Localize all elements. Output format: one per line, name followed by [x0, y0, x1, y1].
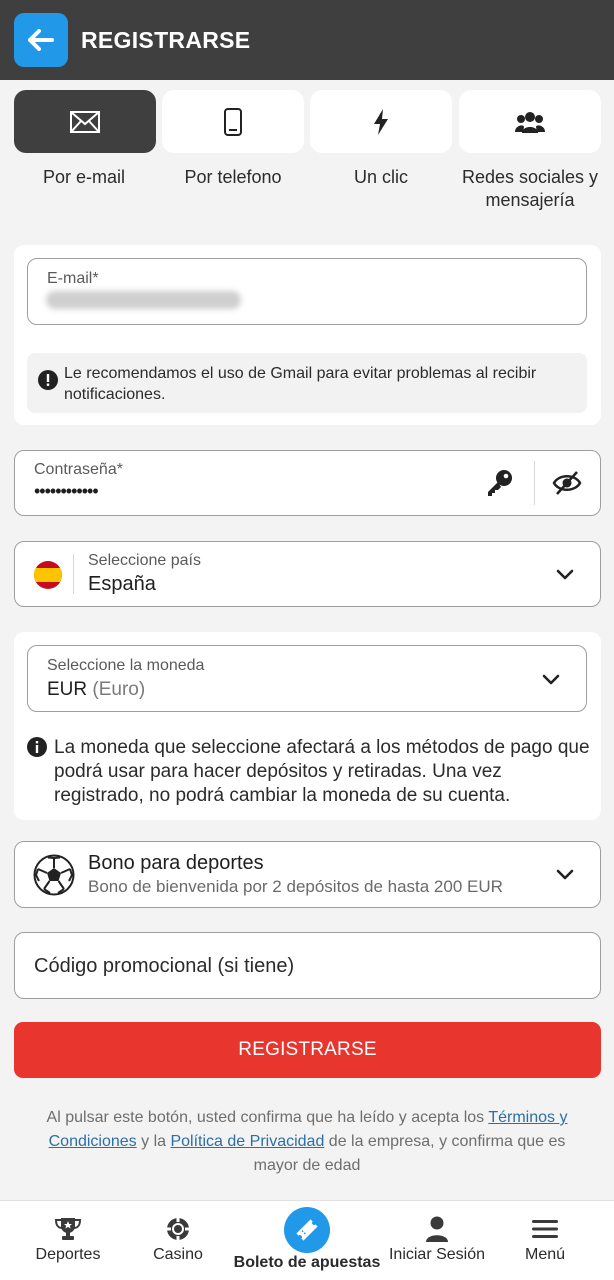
country-label: Seleccione país: [88, 552, 201, 569]
currency-card: Seleccione la moneda EUR (Euro) La moned…: [14, 632, 601, 820]
tab-phone[interactable]: [162, 90, 304, 153]
currency-code: EUR: [47, 679, 88, 700]
nav-label-sports: Deportes: [35, 1246, 101, 1263]
tab-social[interactable]: [459, 90, 601, 153]
nav-item-casino[interactable]: Casino: [130, 1201, 226, 1280]
legal-part-1: Al pulsar este botón, usted confirma que…: [46, 1109, 489, 1126]
currency-label: Seleccione la moneda: [47, 657, 205, 674]
chevron-down-icon: [542, 674, 560, 685]
casino-chip-icon: [167, 1218, 189, 1240]
bonus-select[interactable]: Bono para deportes Bono de bienvenida po…: [14, 841, 601, 908]
back-button[interactable]: [14, 13, 68, 67]
email-field[interactable]: E-mail*: [27, 258, 587, 325]
soccer-ball-icon: [33, 854, 75, 896]
promo-code-input[interactable]: Código promocional (si tiene): [14, 932, 601, 999]
email-card: E-mail* Le recomendamos el uso de Gmail …: [14, 245, 601, 425]
bonus-title: Bono para deportes: [88, 852, 264, 874]
nav-item-sports[interactable]: Deportes: [20, 1201, 116, 1280]
tab-label-one-click: Un clic: [353, 167, 408, 187]
divider: [73, 554, 74, 594]
email-hint-text: Le recomendamos el uso de Gmail para evi…: [64, 365, 537, 403]
password-label: Contraseña*: [34, 461, 123, 478]
tab-one-click[interactable]: [310, 90, 452, 153]
email-value-redacted: [46, 291, 241, 309]
bonus-subtitle: Bono de bienvenida por 2 depósitos de ha…: [88, 877, 503, 896]
nav-label-login: Iniciar Sesión: [388, 1246, 486, 1263]
ticket-icon: [296, 1219, 318, 1241]
envelope-icon: [70, 110, 100, 133]
register-button[interactable]: REGISTRARSE: [14, 1022, 601, 1078]
privacy-link[interactable]: Política de Privacidad: [170, 1133, 324, 1150]
tab-label-social: Redes sociales y mensajería: [461, 167, 599, 210]
hamburger-icon: [532, 1220, 558, 1238]
trophy-icon: [55, 1218, 81, 1240]
nav-label-menu: Menú: [524, 1246, 566, 1263]
key-icon[interactable]: [485, 468, 515, 498]
tab-label-phone: Por telefono: [184, 167, 282, 187]
header-bar: REGISTRARSE: [0, 0, 614, 80]
nav-label-casino: Casino: [153, 1246, 203, 1263]
page-title: REGISTRARSE: [81, 27, 251, 53]
currency-note: La moneda que seleccione afectará a los …: [54, 737, 590, 806]
promo-code-placeholder: Código promocional (si tiene): [34, 955, 295, 977]
password-field[interactable]: Contraseña* ••••••••••••: [14, 450, 601, 516]
eye-off-icon[interactable]: [552, 470, 582, 496]
tab-email[interactable]: [14, 90, 156, 153]
nav-item-menu[interactable]: Menú: [500, 1201, 590, 1280]
chevron-down-icon: [556, 869, 574, 880]
currency-select[interactable]: Seleccione la moneda EUR (Euro): [27, 645, 587, 712]
phone-icon: [224, 107, 242, 136]
spain-flag-icon: [34, 561, 62, 589]
legal-text: Al pulsar este botón, usted confirma que…: [26, 1106, 588, 1178]
exclamation-circle-icon: [38, 370, 58, 390]
nav-item-betslip[interactable]: Boleto de apuestas: [232, 1201, 382, 1280]
email-label: E-mail*: [47, 270, 99, 287]
users-icon: [515, 111, 545, 133]
info-circle-icon: [27, 737, 47, 757]
password-value: ••••••••••••: [34, 481, 99, 501]
currency-value: EUR (Euro): [47, 679, 145, 701]
betslip-badge: [284, 1207, 330, 1253]
legal-part-2: y la: [136, 1133, 171, 1150]
email-hint: Le recomendamos el uso de Gmail para evi…: [27, 353, 587, 413]
currency-name: (Euro): [92, 679, 146, 700]
country-select[interactable]: Seleccione país España: [14, 541, 601, 607]
lightning-icon: [374, 108, 388, 135]
country-value: España: [88, 573, 156, 595]
divider: [534, 461, 535, 505]
bottom-nav: Deportes Casino Boleto de apuestas Inici…: [0, 1200, 614, 1280]
nav-item-login[interactable]: Iniciar Sesión: [384, 1201, 490, 1280]
nav-label-betslip: Boleto de apuestas: [233, 1254, 381, 1271]
chevron-down-icon: [556, 569, 574, 580]
user-icon: [426, 1216, 448, 1242]
arrow-left-icon: [28, 29, 54, 51]
tab-label-email: Por e-mail: [42, 167, 126, 187]
